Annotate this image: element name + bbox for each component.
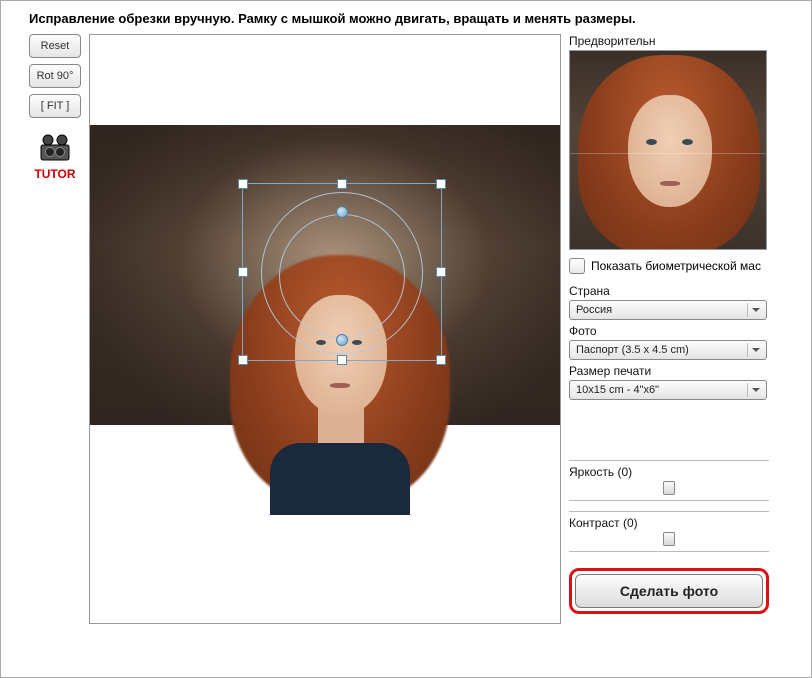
left-toolbar: Reset Rot 90° [ FIT ] TUTOR [29,34,81,624]
crop-handle-br[interactable] [436,355,446,365]
page-title: Исправление обрезки вручную. Рамку с мыш… [1,1,811,34]
print-size-select[interactable]: 10x15 cm - 4"x6" [569,380,767,400]
crop-frame[interactable] [242,183,442,361]
preview-image [569,50,767,250]
oval-handle-bottom[interactable] [336,334,348,346]
crop-handle-rm[interactable] [436,267,446,277]
brightness-label: Яркость (0) [569,460,769,479]
face-oval-inner [279,214,405,338]
reset-button[interactable]: Reset [29,34,81,58]
show-biometric-mask-checkbox[interactable] [569,258,585,274]
fit-button[interactable]: [ FIT ] [29,94,81,118]
contrast-slider[interactable] [569,534,769,552]
country-select[interactable]: Россия [569,300,767,320]
tutor-link[interactable]: TUTOR [29,134,81,181]
show-biometric-mask-label: Показать биометрической мас [591,259,761,273]
crop-handle-bm[interactable] [337,355,347,365]
make-photo-button[interactable]: Сделать фото [575,574,763,608]
crop-canvas[interactable] [89,34,561,624]
country-label: Страна [569,284,769,298]
brightness-slider[interactable] [569,483,769,501]
side-panel: Предворительн Показать биометрической ма… [569,34,769,624]
main-layout: Reset Rot 90° [ FIT ] TUTOR [1,34,811,632]
photo-type-label: Фото [569,324,769,338]
country-value: Россия [576,304,612,316]
preview-label: Предворительн [569,34,769,48]
cta-highlight: Сделать фото [569,568,769,614]
crop-handle-tl[interactable] [238,179,248,189]
contrast-label: Контраст (0) [569,511,769,530]
crop-handle-lm[interactable] [238,267,248,277]
rotate-90-button[interactable]: Rot 90° [29,64,81,88]
crop-handle-bl[interactable] [238,355,248,365]
print-size-label: Размер печати [569,364,769,378]
crop-handle-tm[interactable] [337,179,347,189]
photo-type-value: Паспорт (3.5 x 4.5 cm) [576,344,689,356]
photo-type-select[interactable]: Паспорт (3.5 x 4.5 cm) [569,340,767,360]
brightness-thumb[interactable] [663,481,675,495]
tutor-label: TUTOR [29,167,81,181]
crop-handle-tr[interactable] [436,179,446,189]
camera-icon [37,134,73,162]
oval-handle-top[interactable] [336,206,348,218]
print-size-value: 10x15 cm - 4"x6" [576,384,659,396]
contrast-thumb[interactable] [663,532,675,546]
